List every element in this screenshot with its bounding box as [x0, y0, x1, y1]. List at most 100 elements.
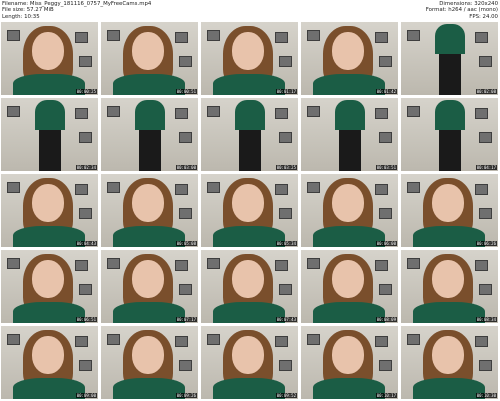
- wall-frame: [379, 208, 392, 219]
- video-thumbnail[interactable]: 00:09:00: [1, 326, 98, 399]
- person-shirt: [213, 302, 285, 323]
- wall-frame: [307, 258, 320, 269]
- person-face: [332, 260, 364, 298]
- thumbnail-timestamp: 00:05:34: [275, 241, 297, 246]
- wall-frame: [107, 30, 120, 41]
- wall-frame: [407, 106, 420, 117]
- wall-frame: [175, 336, 188, 347]
- wall-frame: [375, 336, 388, 347]
- wall-frame: [107, 106, 120, 117]
- wall-frame: [479, 360, 492, 371]
- thumbnail-timestamp: 00:06:00: [375, 241, 397, 246]
- thumbnail-timestamp: 00:01:17: [275, 89, 297, 94]
- wall-frame: [79, 132, 92, 143]
- person-shirt: [113, 302, 185, 323]
- thumbnail-timestamp: 00:06:51: [75, 317, 97, 322]
- wall-frame: [179, 360, 192, 371]
- video-thumbnail[interactable]: 00:10:17: [301, 326, 398, 399]
- wall-frame: [175, 184, 188, 195]
- video-thumbnail[interactable]: 00:05:08: [101, 174, 198, 247]
- person-legs: [439, 130, 461, 171]
- wall-frame: [279, 360, 292, 371]
- wall-frame: [7, 334, 20, 345]
- video-thumbnail[interactable]: 00:08:09: [301, 250, 398, 323]
- person-shirt: [435, 24, 465, 54]
- person-face: [32, 32, 64, 70]
- person-face: [332, 32, 364, 70]
- video-thumbnail[interactable]: 00:02:08: [401, 22, 498, 95]
- wall-frame: [375, 260, 388, 271]
- video-thumbnail[interactable]: 00:03:51: [301, 98, 398, 171]
- video-thumbnail[interactable]: 00:05:34: [201, 174, 298, 247]
- person-face: [132, 260, 164, 298]
- person-face: [32, 184, 64, 222]
- person-shirt: [435, 100, 465, 130]
- person-shirt: [13, 226, 85, 247]
- thumbnail-timestamp: 00:09:00: [75, 393, 97, 398]
- thumbnail-timestamp: 00:00:51: [175, 89, 197, 94]
- video-thumbnail[interactable]: 00:06:26: [401, 174, 498, 247]
- video-thumbnail[interactable]: 00:07:43: [201, 250, 298, 323]
- video-thumbnail[interactable]: 00:00:25: [1, 22, 98, 95]
- wall-frame: [407, 258, 420, 269]
- wall-frame: [479, 132, 492, 143]
- person-face: [432, 336, 464, 374]
- thumbnail-timestamp: 00:10:30: [475, 393, 497, 398]
- video-thumbnail[interactable]: 00:01:42: [301, 22, 398, 95]
- person-face: [332, 336, 364, 374]
- video-thumbnail[interactable]: 00:00:51: [101, 22, 198, 95]
- thumbnail-timestamp: 00:05:08: [175, 241, 197, 246]
- thumbnail-timestamp: 00:00:25: [75, 89, 97, 94]
- wall-frame: [279, 208, 292, 219]
- video-thumbnail[interactable]: 00:09:52: [201, 326, 298, 399]
- person-shirt: [413, 226, 485, 247]
- person-face: [332, 184, 364, 222]
- wall-frame: [475, 108, 488, 119]
- wall-frame: [307, 30, 320, 41]
- wall-frame: [307, 182, 320, 193]
- video-thumbnail[interactable]: 00:03:25: [201, 98, 298, 171]
- wall-frame: [479, 208, 492, 219]
- wall-frame: [407, 334, 420, 345]
- wall-frame: [179, 132, 192, 143]
- length-text: Length: 10:35: [2, 13, 40, 20]
- wall-frame: [207, 182, 220, 193]
- wall-frame: [75, 108, 88, 119]
- video-thumbnail[interactable]: 00:03:00: [101, 98, 198, 171]
- wall-frame: [475, 336, 488, 347]
- video-thumbnail[interactable]: 00:09:26: [101, 326, 198, 399]
- wall-frame: [79, 208, 92, 219]
- wall-frame: [379, 360, 392, 371]
- info-header: Filename: Miss_Peggy_181116_0757_MyFreeC…: [0, 0, 500, 22]
- wall-frame: [75, 260, 88, 271]
- video-thumbnail[interactable]: 00:08:34: [401, 250, 498, 323]
- wall-frame: [275, 108, 288, 119]
- wall-frame: [207, 334, 220, 345]
- person-shirt: [213, 378, 285, 399]
- video-thumbnail[interactable]: 00:06:00: [301, 174, 398, 247]
- video-thumbnail[interactable]: 00:01:17: [201, 22, 298, 95]
- wall-frame: [107, 258, 120, 269]
- thumbnail-timestamp: 00:06:26: [475, 241, 497, 246]
- wall-frame: [275, 32, 288, 43]
- video-thumbnail[interactable]: 00:07:17: [101, 250, 198, 323]
- wall-frame: [7, 182, 20, 193]
- wall-frame: [475, 184, 488, 195]
- person-shirt: [13, 302, 85, 323]
- wall-frame: [207, 30, 220, 41]
- person-legs: [239, 130, 261, 171]
- video-thumbnail[interactable]: 00:02:34: [1, 98, 98, 171]
- thumbnail-timestamp: 00:03:51: [375, 165, 397, 170]
- wall-frame: [407, 182, 420, 193]
- wall-frame: [275, 336, 288, 347]
- wall-frame: [175, 32, 188, 43]
- video-thumbnail[interactable]: 00:04:17: [401, 98, 498, 171]
- video-thumbnail[interactable]: 00:06:51: [1, 250, 98, 323]
- person-face: [232, 260, 264, 298]
- wall-frame: [307, 334, 320, 345]
- video-thumbnail[interactable]: 00:10:30: [401, 326, 498, 399]
- video-thumbnail[interactable]: 00:04:43: [1, 174, 98, 247]
- wall-frame: [79, 284, 92, 295]
- thumbnail-timestamp: 00:04:17: [475, 165, 497, 170]
- wall-frame: [479, 284, 492, 295]
